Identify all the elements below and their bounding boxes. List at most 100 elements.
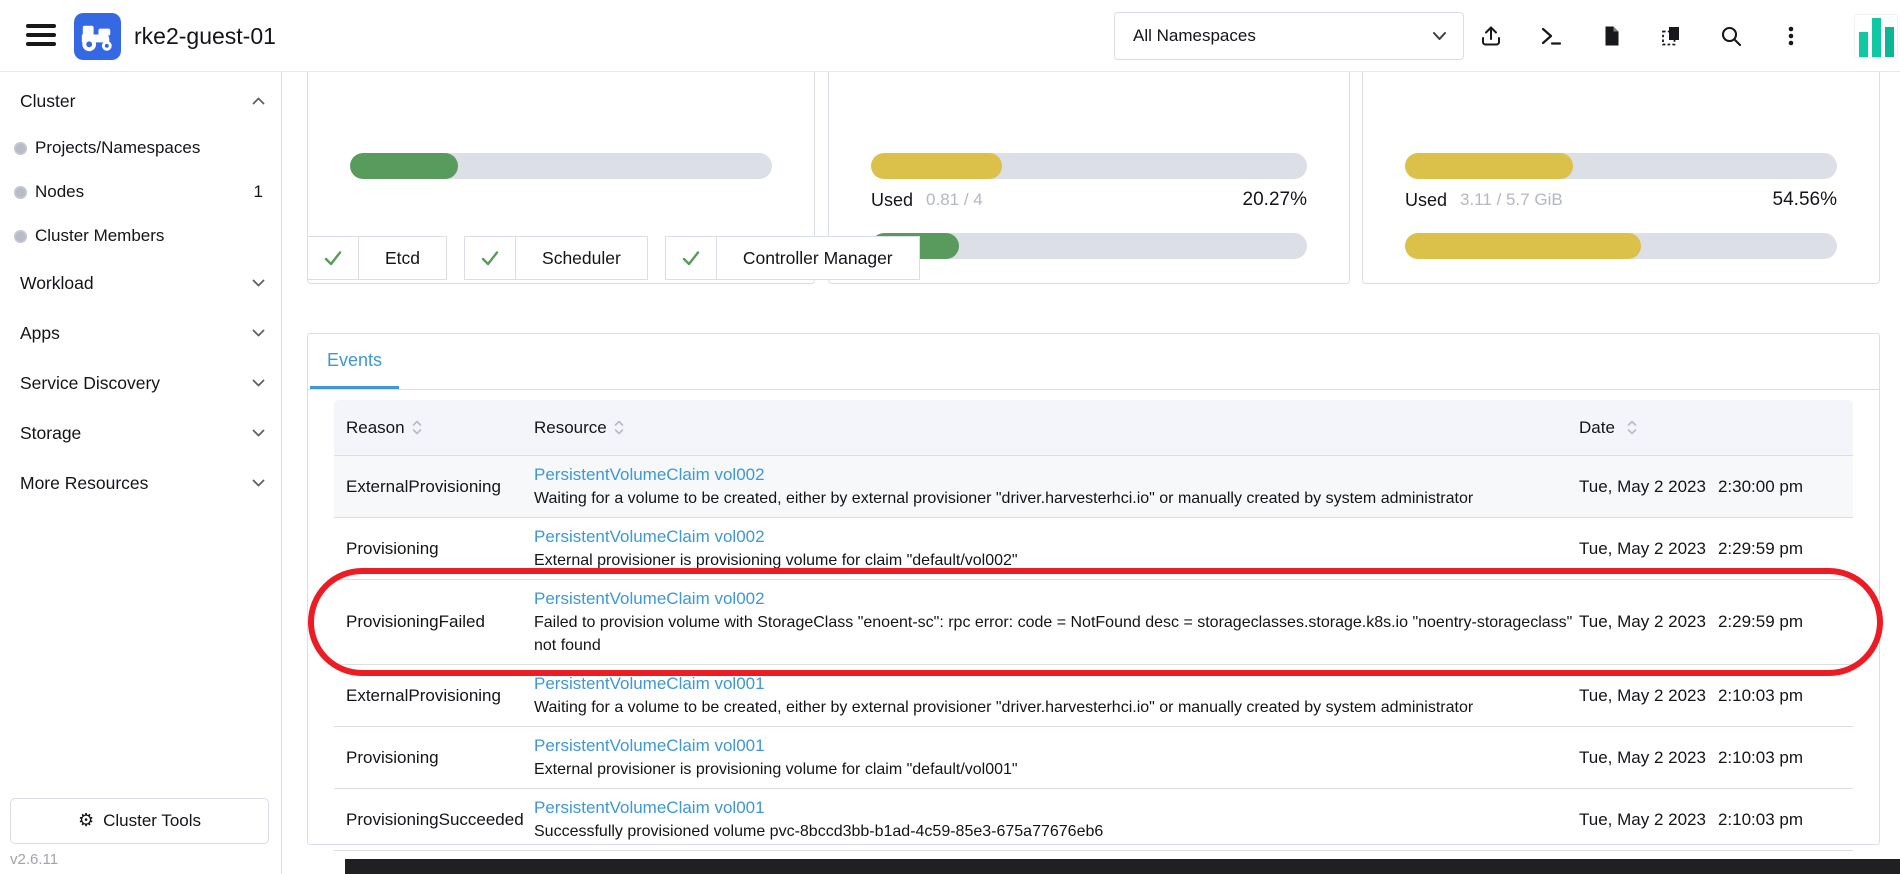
- sort-icon: [412, 420, 422, 435]
- chevron-down-icon: [252, 379, 265, 387]
- used-gauge-bar: [871, 233, 1307, 259]
- sidebar-group-more-resources[interactable]: More Resources: [0, 458, 281, 508]
- used-percent: 54.56%: [1773, 189, 1837, 211]
- sidebar-group-apps[interactable]: Apps: [0, 308, 281, 358]
- capacity-card-memory: Used 3.11 / 5.7 GiB 54.56%: [1362, 52, 1880, 284]
- check-icon: [666, 237, 717, 279]
- event-message: Failed to provision volume with StorageC…: [534, 611, 1579, 657]
- tab-events[interactable]: Events: [310, 334, 399, 389]
- kubectl-shell-icon[interactable]: [1538, 23, 1564, 49]
- chevron-down-icon: [252, 429, 265, 437]
- sidebar-item-projects-namespaces[interactable]: Projects/Namespaces: [0, 126, 281, 170]
- event-date: Tue, May 2 2023 2:29:59 pm: [1579, 612, 1853, 632]
- event-reason: Provisioning: [334, 539, 534, 559]
- hamburger-menu-icon[interactable]: [26, 24, 56, 48]
- main-content: Used 0.81 / 4 20.27% Used 3.11 / 5.7 GiB…: [282, 72, 1900, 874]
- health-badges: Etcd Scheduler Controller Manager: [307, 236, 920, 280]
- sidebar-group-cluster[interactable]: Cluster: [0, 76, 281, 126]
- column-header-date[interactable]: Date: [1579, 418, 1853, 438]
- app-version: v2.6.11: [10, 851, 58, 868]
- chevron-down-icon: [252, 279, 265, 287]
- event-resource-cell: PersistentVolumeClaim vol002 Waiting for…: [534, 463, 1579, 510]
- reserved-gauge-bar: [871, 153, 1307, 179]
- table-row: ExternalProvisioning PersistentVolumeCla…: [334, 455, 1853, 517]
- sidebar-item-cluster-members[interactable]: Cluster Members: [0, 214, 281, 258]
- event-resource-cell: PersistentVolumeClaim vol001 External pr…: [534, 734, 1579, 781]
- kebab-menu-icon[interactable]: [1778, 23, 1804, 49]
- event-reason: ExternalProvisioning: [334, 686, 534, 706]
- check-icon: [308, 237, 359, 279]
- search-icon[interactable]: [1718, 23, 1744, 49]
- event-date: Tue, May 2 2023 2:10:03 pm: [1579, 686, 1853, 706]
- sidebar-group-storage[interactable]: Storage: [0, 408, 281, 458]
- used-amount: 3.11 / 5.7 GiB: [1460, 190, 1563, 210]
- download-kubeconfig-icon[interactable]: [1598, 23, 1624, 49]
- event-date: Tue, May 2 2023 2:29:59 pm: [1579, 539, 1853, 559]
- resource-link[interactable]: PersistentVolumeClaim vol001: [534, 734, 765, 758]
- table-header-row: Reason Resource Date: [334, 400, 1853, 455]
- events-table-body: ExternalProvisioning PersistentVolumeCla…: [334, 455, 1853, 851]
- table-row: ProvisioningFailed PersistentVolumeClaim…: [334, 579, 1853, 664]
- health-badge-etcd: Etcd: [307, 236, 447, 280]
- event-message: Waiting for a volume to be created, eith…: [534, 487, 1579, 510]
- tab-bar: Events: [308, 334, 1879, 390]
- event-reason: ProvisioningFailed: [334, 612, 534, 632]
- event-date: Tue, May 2 2023 2:30:00 pm: [1579, 477, 1853, 497]
- event-message: Successfully provisioned volume pvc-8bcc…: [534, 820, 1579, 843]
- events-panel: Events Reason Resource: [307, 333, 1880, 845]
- cluster-provider-logo-icon[interactable]: [74, 13, 121, 60]
- globe-icon: [14, 186, 27, 199]
- sidebar-item-nodes[interactable]: Nodes 1: [0, 170, 281, 214]
- health-badge-scheduler: Scheduler: [464, 236, 648, 280]
- reserved-gauge-bar: [1405, 153, 1837, 179]
- namespace-filter-value: All Namespaces: [1133, 26, 1256, 46]
- globe-icon: [14, 142, 27, 155]
- column-header-resource[interactable]: Resource: [534, 418, 1579, 438]
- event-date: Tue, May 2 2023 2:10:03 pm: [1579, 748, 1853, 768]
- globe-icon: [14, 230, 27, 243]
- event-resource-cell: PersistentVolumeClaim vol001 Waiting for…: [534, 672, 1579, 719]
- used-percent: 20.27%: [1243, 189, 1307, 211]
- events-table: Reason Resource Date: [308, 390, 1879, 851]
- sidebar-group-workload[interactable]: Workload: [0, 258, 281, 308]
- event-resource-cell: PersistentVolumeClaim vol002 External pr…: [534, 525, 1579, 572]
- event-resource-cell: PersistentVolumeClaim vol002 Failed to p…: [534, 587, 1579, 657]
- namespace-filter-select[interactable]: All Namespaces: [1114, 12, 1464, 60]
- used-gauge-bar: [1405, 233, 1837, 259]
- event-message: Waiting for a volume to be created, eith…: [534, 696, 1579, 719]
- used-amount: 0.81 / 4: [926, 190, 983, 210]
- sort-icon: [1627, 420, 1637, 435]
- copy-kubeconfig-icon[interactable]: [1658, 23, 1684, 49]
- gear-icon: ⚙: [78, 812, 94, 830]
- health-badge-controller-manager: Controller Manager: [665, 236, 920, 280]
- sort-icon: [614, 420, 624, 435]
- resource-link[interactable]: PersistentVolumeClaim vol002: [534, 525, 765, 549]
- import-yaml-icon[interactable]: [1478, 23, 1504, 49]
- event-reason: ExternalProvisioning: [334, 477, 534, 497]
- reserved-gauge-bar: [350, 153, 772, 179]
- event-date: Tue, May 2 2023 2:10:03 pm: [1579, 810, 1853, 830]
- top-header: rke2-guest-01 All Namespaces: [0, 0, 1900, 72]
- resource-link[interactable]: PersistentVolumeClaim vol001: [534, 796, 765, 820]
- chevron-up-icon: [252, 97, 265, 105]
- chevron-down-icon: [252, 329, 265, 337]
- resource-link[interactable]: PersistentVolumeClaim vol002: [534, 587, 765, 611]
- resource-link[interactable]: PersistentVolumeClaim vol002: [534, 463, 765, 487]
- check-icon: [465, 237, 516, 279]
- rancher-cluster-dashboard: rke2-guest-01 All Namespaces: [0, 0, 1900, 874]
- used-stat-row: Used 0.81 / 4 20.27%: [871, 187, 1307, 213]
- cluster-tools-button[interactable]: ⚙ Cluster Tools: [10, 798, 269, 844]
- event-message: External provisioner is provisioning vol…: [534, 758, 1579, 781]
- resource-link[interactable]: PersistentVolumeClaim vol001: [534, 672, 765, 696]
- user-avatar[interactable]: [1854, 14, 1898, 58]
- event-reason: Provisioning: [334, 748, 534, 768]
- sidebar-nav: Cluster Projects/Namespaces Nodes 1 Clus…: [0, 72, 282, 874]
- sidebar-group-service-discovery[interactable]: Service Discovery: [0, 358, 281, 408]
- bottom-window-edge: [345, 859, 1900, 874]
- page-title: rke2-guest-01: [134, 0, 276, 72]
- used-stat-row: Used 3.11 / 5.7 GiB 54.56%: [1405, 187, 1837, 213]
- table-row: ProvisioningSucceeded PersistentVolumeCl…: [334, 788, 1853, 851]
- chevron-down-icon: [1432, 31, 1447, 41]
- event-reason: ProvisioningSucceeded: [334, 810, 534, 830]
- column-header-reason[interactable]: Reason: [334, 418, 534, 438]
